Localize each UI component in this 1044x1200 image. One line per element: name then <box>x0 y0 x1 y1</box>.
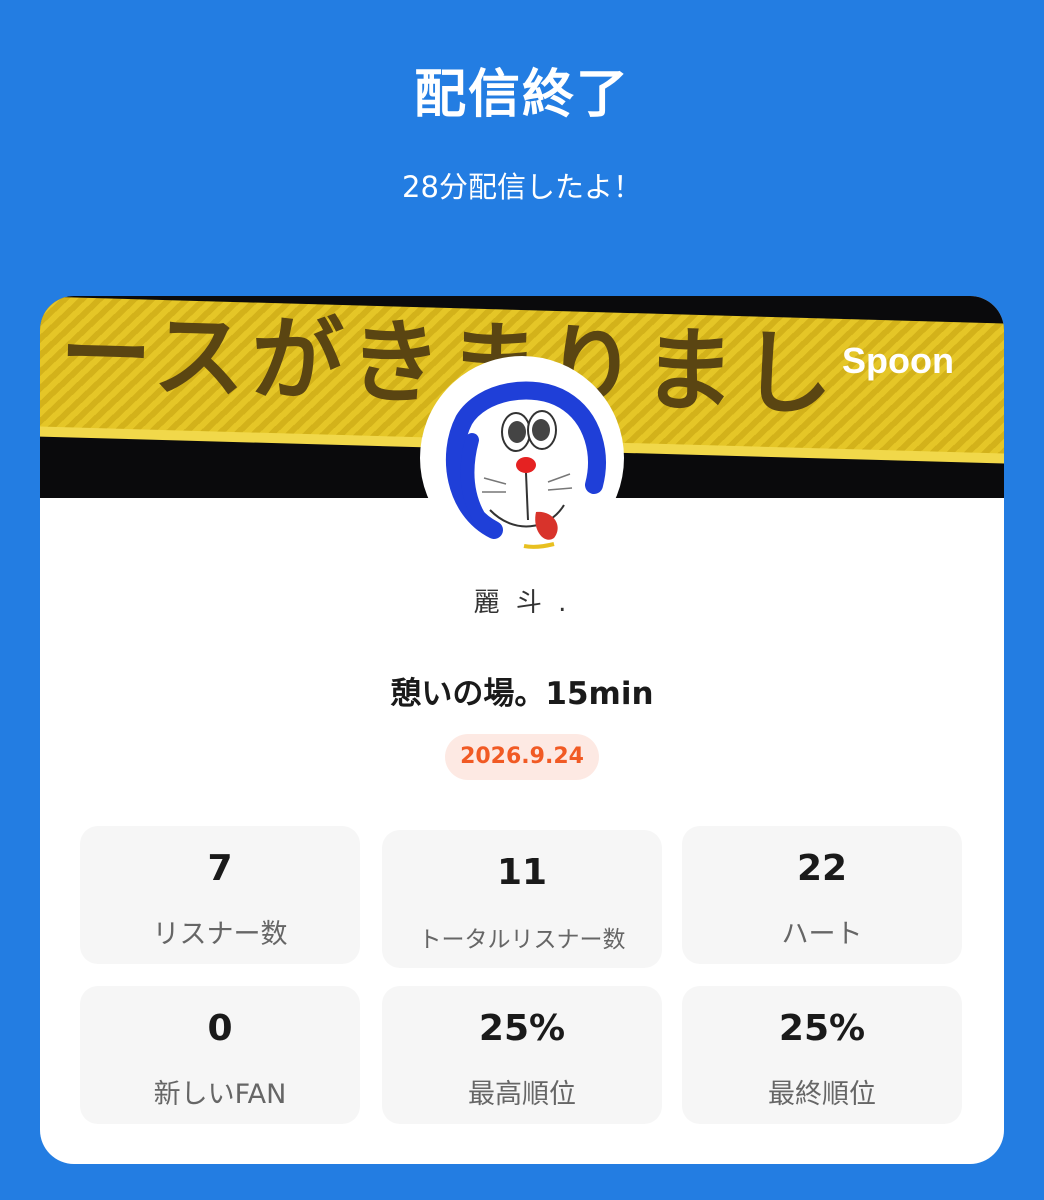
stat-final-rank: 25% 最終順位 <box>682 986 962 1124</box>
stat-label: トータルリスナー数 <box>418 927 626 953</box>
stat-hearts: 22 ハート <box>682 826 962 964</box>
stat-value: 11 <box>496 852 548 893</box>
host-nickname: 麗 斗 . <box>473 588 571 618</box>
stat-total-listeners: 11 トータルリスナー数 <box>382 830 662 968</box>
stat-value: 0 <box>207 1008 233 1049</box>
avatar-character-image <box>424 360 620 556</box>
stat-label: リスナー数 <box>152 919 288 950</box>
stat-label: 最高順位 <box>468 1079 576 1110</box>
live-ended-screen: 配信終了 28分配信したよ！ ースがきまりまし Spoon 麗 斗 . 憩いの場… <box>0 0 1044 1200</box>
brand-logo: Spoon <box>842 340 954 381</box>
stat-value: 25% <box>778 1008 866 1049</box>
stat-value: 7 <box>207 848 233 889</box>
live-title: 憩いの場。15min <box>390 676 654 712</box>
page-title: 配信終了 <box>413 65 630 125</box>
stat-new-fans: 0 新しいFAN <box>80 986 360 1124</box>
stat-label: ハート <box>781 919 863 950</box>
stat-label: 最終順位 <box>768 1079 876 1110</box>
stat-label: 新しいFAN <box>153 1079 287 1110</box>
duration-message: 28分配信したよ！ <box>402 170 642 204</box>
stat-value: 25% <box>478 1008 566 1049</box>
avatar[interactable] <box>420 356 624 560</box>
stat-highest-rank: 25% 最高順位 <box>382 986 662 1124</box>
stat-value: 22 <box>796 848 848 889</box>
summary-card: ースがきまりまし Spoon 麗 斗 . 憩いの場。15min 2026.9.2… <box>40 296 1004 1164</box>
date-badge: 2026.9.24 <box>445 734 599 780</box>
stat-listeners: 7 リスナー数 <box>80 826 360 964</box>
